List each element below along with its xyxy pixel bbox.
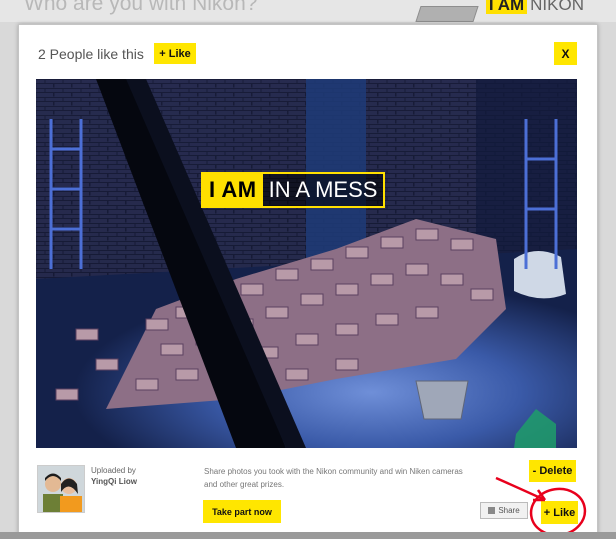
caption-text: IN A MESS xyxy=(262,174,384,206)
brand-i-am: I AM xyxy=(485,0,528,14)
caption-i-am: I AM xyxy=(203,174,263,206)
page-heading: Who are you with Nikon? xyxy=(24,0,258,15)
uploaded-by-label: Uploaded by xyxy=(91,466,136,475)
bucket xyxy=(415,380,469,420)
brand-name: NIKON xyxy=(530,0,584,14)
uploader-avatar[interactable] xyxy=(37,465,85,513)
delete-button[interactable]: - Delete xyxy=(529,460,576,482)
photo-caption: I AM IN A MESS xyxy=(201,172,386,208)
header-graphic xyxy=(415,6,479,22)
like-button-bottom[interactable]: + Like xyxy=(541,501,578,524)
share-icon xyxy=(488,507,496,514)
share-label: Share xyxy=(498,506,520,515)
contest-description: Share photos you took with the Nikon com… xyxy=(204,467,463,489)
brand-logo: I AM NIKON xyxy=(485,0,584,15)
likes-count: 2 People like this xyxy=(38,46,144,62)
avatar-image xyxy=(38,466,84,512)
uploader-name[interactable]: YingQi Liow xyxy=(91,477,137,486)
browser-bottom-strip xyxy=(0,532,616,539)
page-header: Who are you with Nikon? I AM NIKON xyxy=(0,0,616,22)
sack xyxy=(514,250,566,299)
uploaded-photo: I AM IN A MESS xyxy=(36,79,577,448)
photo-modal: 2 People like this + Like X I AM IN A ME… xyxy=(18,24,598,536)
photo-scene xyxy=(36,79,577,448)
close-button[interactable]: X xyxy=(554,42,577,65)
like-button-top[interactable]: + Like xyxy=(154,43,196,64)
take-part-button[interactable]: Take part now xyxy=(203,500,281,523)
share-button[interactable]: Share xyxy=(480,502,528,519)
